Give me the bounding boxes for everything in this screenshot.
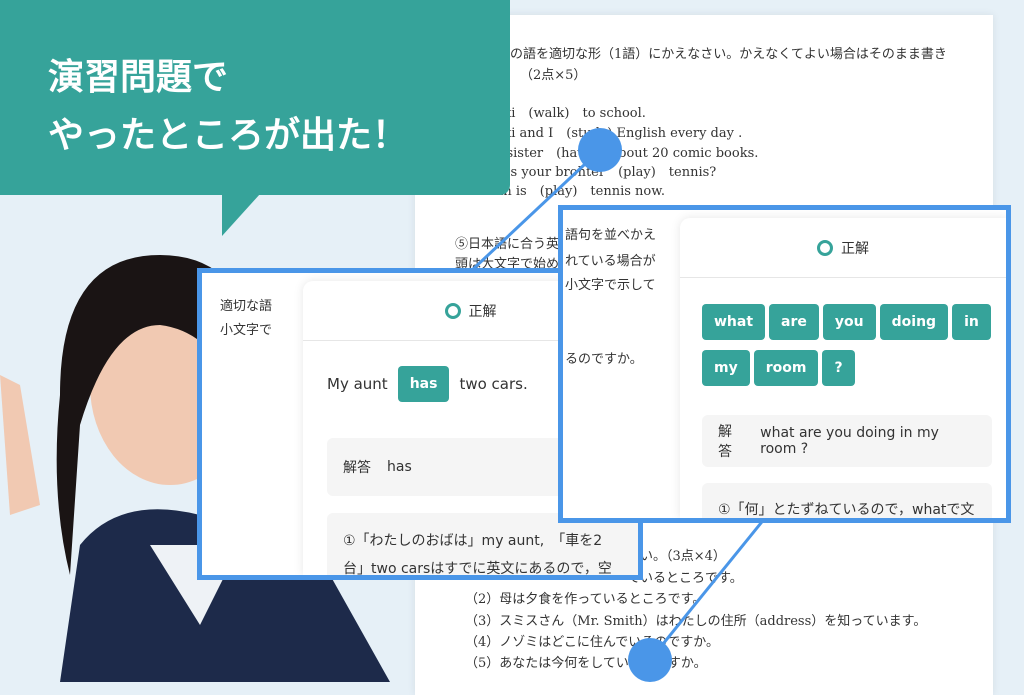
correct-circle-icon: [817, 239, 833, 256]
fragment-line: 小文字で示して: [565, 278, 656, 293]
connector-line: [648, 517, 767, 661]
sentence-text: My aunt: [327, 375, 388, 393]
status-label: 正解: [468, 303, 497, 320]
fragment-line: れている場合が: [565, 254, 656, 269]
word-chip[interactable]: room: [753, 350, 819, 386]
result-header: 正解: [680, 218, 1006, 278]
word-chip[interactable]: you: [822, 304, 876, 340]
result-card: 正解 what are you doing in my room? 解答 what are …: [680, 218, 1006, 518]
answer-label: 解答: [718, 424, 732, 460]
fragment-line: 小文字で: [220, 323, 273, 338]
right-answer-panel: 語句を並べかえ れている場合が 小文字で示して るのですか。 正解 what ar…: [558, 205, 1011, 523]
fragment-line: るのですか。: [565, 352, 643, 367]
answer-value: has: [387, 459, 412, 475]
question-sentence: My aunt has two cars.: [327, 366, 528, 402]
explanation-box: ①「何」とたずねているので，whatで文を: [702, 483, 992, 518]
explanation-box: ①「わたしのおばは」my aunt, 「車を2 台」two carsはすでに英文に…: [327, 513, 638, 577]
highlight-marker: [628, 638, 672, 682]
word-chips: what are you doing in my room?: [702, 304, 1002, 396]
word-chip[interactable]: in: [952, 304, 991, 340]
worksheet-fragment: 適切な語 小文字で: [202, 273, 312, 575]
word-chip[interactable]: my: [702, 350, 750, 386]
word-chip[interactable]: what: [702, 304, 766, 340]
fragment-line: 語句を並べかえ: [565, 228, 657, 243]
highlight-marker: [578, 128, 622, 172]
word-chip[interactable]: doing: [879, 304, 949, 340]
correct-circle-icon: [444, 302, 461, 319]
answer-value: what are you doing in my room ?: [760, 425, 939, 457]
answer-box: 解答 what are you doing in my room ?: [702, 415, 992, 467]
explanation-text: ①「わたしのおばは」my aunt, 「車を2: [343, 533, 603, 549]
answer-chip[interactable]: has: [397, 366, 450, 402]
explanation-text: 台」two carsはすでに英文にあるので，空: [343, 561, 612, 577]
sentence-text: two cars.: [459, 375, 528, 393]
word-chip[interactable]: ?: [822, 350, 855, 386]
fragment-line: 適切な語: [220, 299, 273, 314]
explanation-text: ①「何」とたずねているので，whatで文を: [718, 502, 975, 518]
worksheet-fragment: 語句を並べかえ れている場合が 小文字で示して るのですか。: [563, 210, 693, 518]
answer-label: 解答: [343, 460, 371, 476]
word-chip[interactable]: are: [769, 304, 819, 340]
status-label: 正解: [841, 240, 869, 257]
